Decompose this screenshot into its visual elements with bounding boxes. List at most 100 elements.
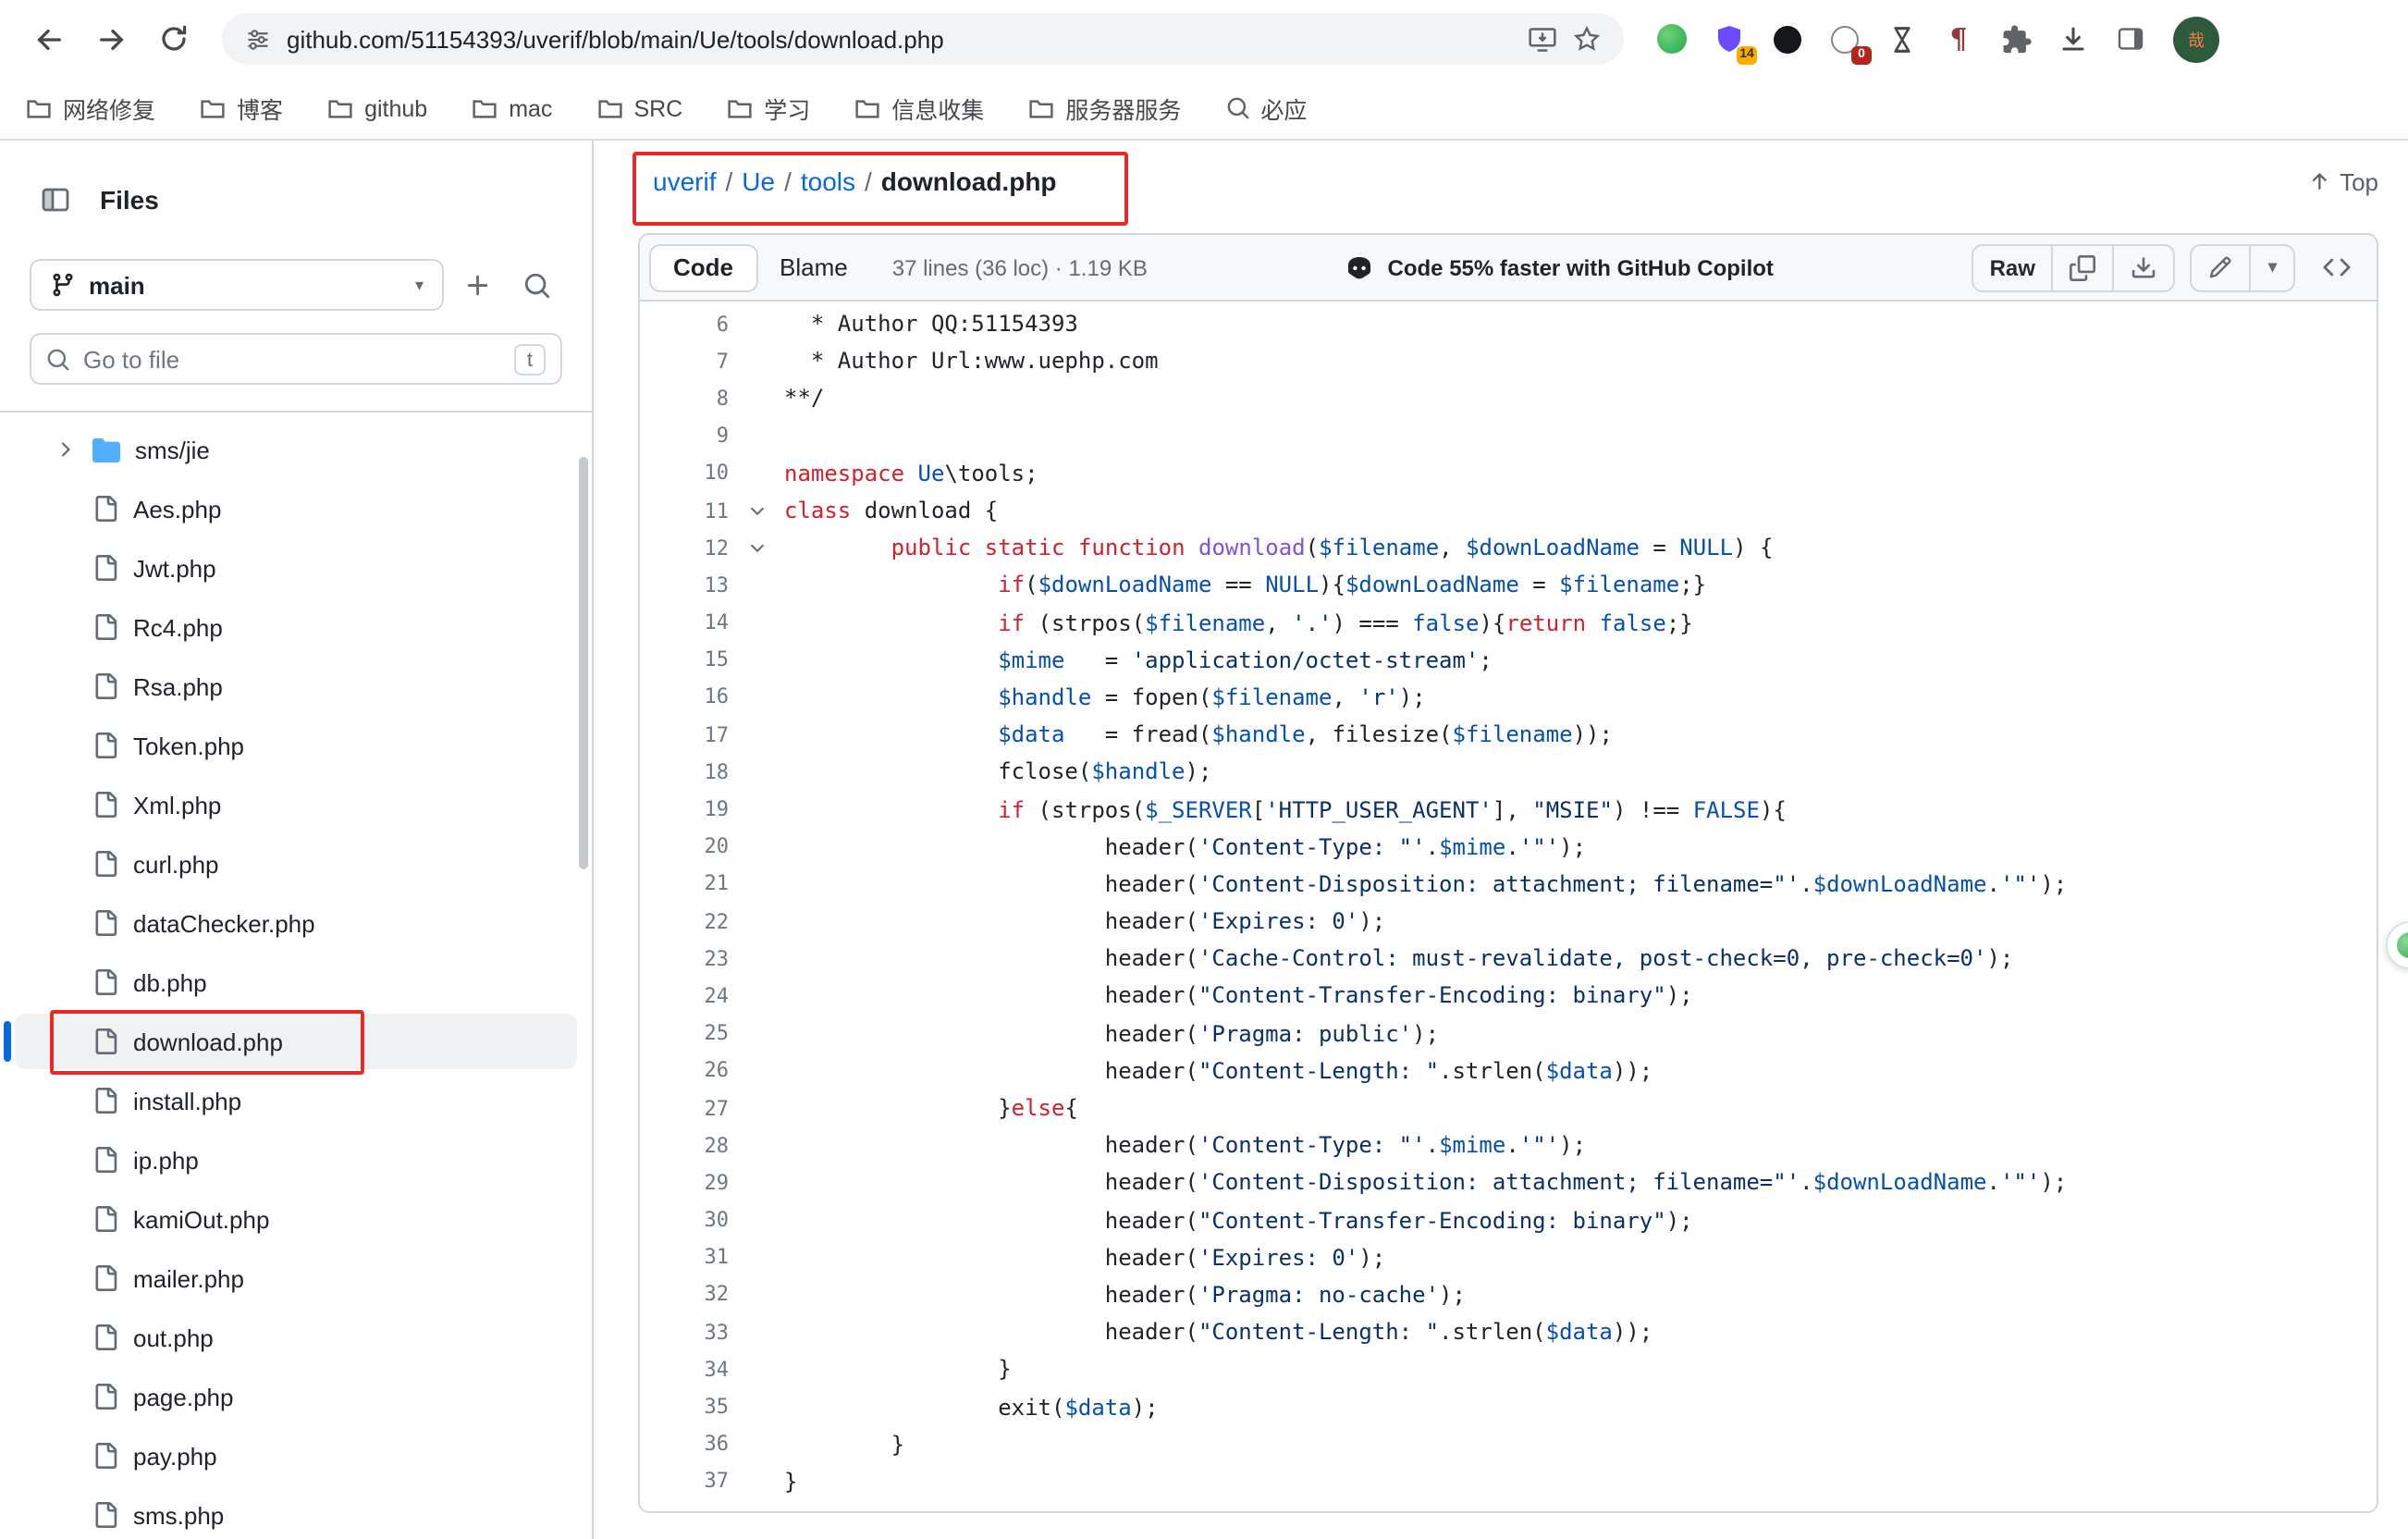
- tree-file-install.php[interactable]: install.php: [15, 1073, 577, 1128]
- profile-avatar[interactable]: 哉: [2173, 16, 2219, 62]
- edit-dropdown-button[interactable]: ▾: [2250, 245, 2293, 289]
- line-number[interactable]: 22: [640, 909, 729, 933]
- tree-file-Jwt.php[interactable]: Jwt.php: [15, 540, 577, 596]
- install-app-icon[interactable]: [1528, 25, 1557, 53]
- tree-file-pay.php[interactable]: pay.php: [15, 1428, 577, 1484]
- bookmark-item[interactable]: 博客: [200, 91, 283, 126]
- line-number[interactable]: 15: [640, 648, 729, 672]
- line-number[interactable]: 24: [640, 984, 729, 1008]
- line-number[interactable]: 26: [640, 1059, 729, 1083]
- edit-button[interactable]: [2193, 245, 2250, 289]
- bookmark-item[interactable]: 网络修复: [26, 91, 155, 126]
- breadcrumb-dir-link-ue[interactable]: Ue: [742, 166, 775, 196]
- goto-file-input[interactable]: [83, 345, 501, 373]
- bookmark-item[interactable]: mac: [472, 95, 552, 121]
- line-number[interactable]: 11: [640, 499, 729, 523]
- line-number[interactable]: 33: [640, 1320, 729, 1344]
- line-number[interactable]: 12: [640, 536, 729, 560]
- copy-button[interactable]: [2052, 245, 2113, 289]
- tree-folder-sms/jie[interactable]: sms/jie: [15, 422, 577, 477]
- extension-pilcrow-icon[interactable]: ¶: [1940, 20, 1977, 57]
- line-number[interactable]: 35: [640, 1395, 729, 1419]
- line-number[interactable]: 21: [640, 872, 729, 896]
- tree-file-Aes.php[interactable]: Aes.php: [15, 481, 577, 536]
- line-number[interactable]: 36: [640, 1432, 729, 1456]
- line-number[interactable]: 27: [640, 1096, 729, 1120]
- search-files-button[interactable]: [510, 259, 562, 311]
- line-number[interactable]: 31: [640, 1246, 729, 1270]
- tree-file-curl.php[interactable]: curl.php: [15, 836, 577, 892]
- tab-code[interactable]: Code: [649, 243, 757, 291]
- line-number[interactable]: 29: [640, 1171, 729, 1195]
- tree-file-mailer.php[interactable]: mailer.php: [15, 1250, 577, 1306]
- back-to-top-link[interactable]: Top: [2308, 167, 2378, 195]
- line-number[interactable]: 37: [640, 1470, 729, 1494]
- symbols-button[interactable]: [2310, 243, 2362, 291]
- breadcrumb-dir-link-tools[interactable]: tools: [801, 166, 855, 196]
- downloads-icon[interactable]: [2055, 20, 2092, 57]
- forward-button[interactable]: [81, 9, 141, 68]
- tree-file-Rc4.php[interactable]: Rc4.php: [15, 599, 577, 655]
- line-number[interactable]: 20: [640, 834, 729, 858]
- tree-file-dataChecker.php[interactable]: dataChecker.php: [15, 895, 577, 951]
- tree-file-db.php[interactable]: db.php: [15, 954, 577, 1010]
- line-number[interactable]: 34: [640, 1358, 729, 1382]
- line-number[interactable]: 16: [640, 685, 729, 709]
- add-file-button[interactable]: [451, 259, 503, 311]
- tab-blame[interactable]: Blame: [761, 243, 866, 291]
- tree-file-kamiOut.php[interactable]: kamiOut.php: [15, 1191, 577, 1247]
- extension-hourglass-icon[interactable]: [1883, 20, 1920, 57]
- line-number[interactable]: 9: [640, 424, 729, 448]
- collapse-sidebar-button[interactable]: [30, 174, 81, 226]
- collapse-line-toggle[interactable]: [729, 500, 784, 521]
- back-button[interactable]: [18, 9, 78, 68]
- bookmark-item[interactable]: SRC: [596, 95, 682, 121]
- bookmark-star-icon[interactable]: [1572, 24, 1602, 54]
- line-number[interactable]: 8: [640, 387, 729, 411]
- bookmark-item[interactable]: 服务器服务: [1028, 91, 1181, 126]
- branch-selector[interactable]: main ▾: [30, 259, 444, 311]
- extension-chat-icon[interactable]: 0: [1825, 20, 1862, 57]
- line-number[interactable]: 19: [640, 797, 729, 821]
- goto-file-box[interactable]: t: [30, 333, 562, 385]
- line-number[interactable]: 18: [640, 760, 729, 784]
- line-number[interactable]: 13: [640, 573, 729, 597]
- tree-file-Rsa.php[interactable]: Rsa.php: [15, 659, 577, 714]
- tree-file-ip.php[interactable]: ip.php: [15, 1132, 577, 1188]
- tree-file-page.php[interactable]: page.php: [15, 1369, 577, 1424]
- line-number[interactable]: 23: [640, 947, 729, 971]
- reload-icon: [159, 24, 189, 54]
- extension-green-icon[interactable]: [1653, 20, 1690, 57]
- tree-file-Token.php[interactable]: Token.php: [15, 718, 577, 773]
- reload-button[interactable]: [144, 9, 203, 68]
- download-raw-button[interactable]: [2113, 245, 2174, 289]
- line-number[interactable]: 17: [640, 722, 729, 746]
- tree-file-sms.php[interactable]: sms.php: [15, 1487, 577, 1539]
- raw-button[interactable]: Raw: [1973, 245, 2052, 289]
- side-panel-icon[interactable]: [2112, 20, 2149, 57]
- line-number[interactable]: 28: [640, 1133, 729, 1157]
- line-number[interactable]: 25: [640, 1021, 729, 1045]
- breadcrumb-repo-link[interactable]: uverif: [653, 166, 716, 196]
- line-number[interactable]: 10: [640, 462, 729, 486]
- extension-shield-icon[interactable]: 14: [1711, 20, 1748, 57]
- address-bar[interactable]: github.com/51154393/uverif/blob/main/Ue/…: [222, 13, 1624, 65]
- line-number[interactable]: 30: [640, 1208, 729, 1232]
- collapse-line-toggle[interactable]: [729, 537, 784, 558]
- tree-file-download.php[interactable]: download.php: [15, 1014, 577, 1069]
- line-number[interactable]: 7: [640, 350, 729, 374]
- bookmark-item[interactable]: 信息收集: [854, 91, 984, 126]
- tree-file-Xml.php[interactable]: Xml.php: [15, 777, 577, 832]
- site-settings-icon[interactable]: [244, 25, 272, 53]
- code-line-17: 17 $data = fread($handle, filesize($file…: [640, 716, 2377, 753]
- extension-dark-circle-icon[interactable]: [1768, 20, 1805, 57]
- line-number[interactable]: 6: [640, 312, 729, 336]
- line-number[interactable]: 14: [640, 610, 729, 634]
- sidebar-scrollbar[interactable]: [579, 457, 588, 869]
- bookmark-item[interactable]: github: [327, 95, 427, 121]
- tree-file-out.php[interactable]: out.php: [15, 1310, 577, 1365]
- bookmark-item[interactable]: 学习: [727, 91, 810, 126]
- extensions-puzzle-icon[interactable]: [1997, 20, 2034, 57]
- bookmark-item[interactable]: 必应: [1225, 91, 1307, 126]
- line-number[interactable]: 32: [640, 1283, 729, 1307]
